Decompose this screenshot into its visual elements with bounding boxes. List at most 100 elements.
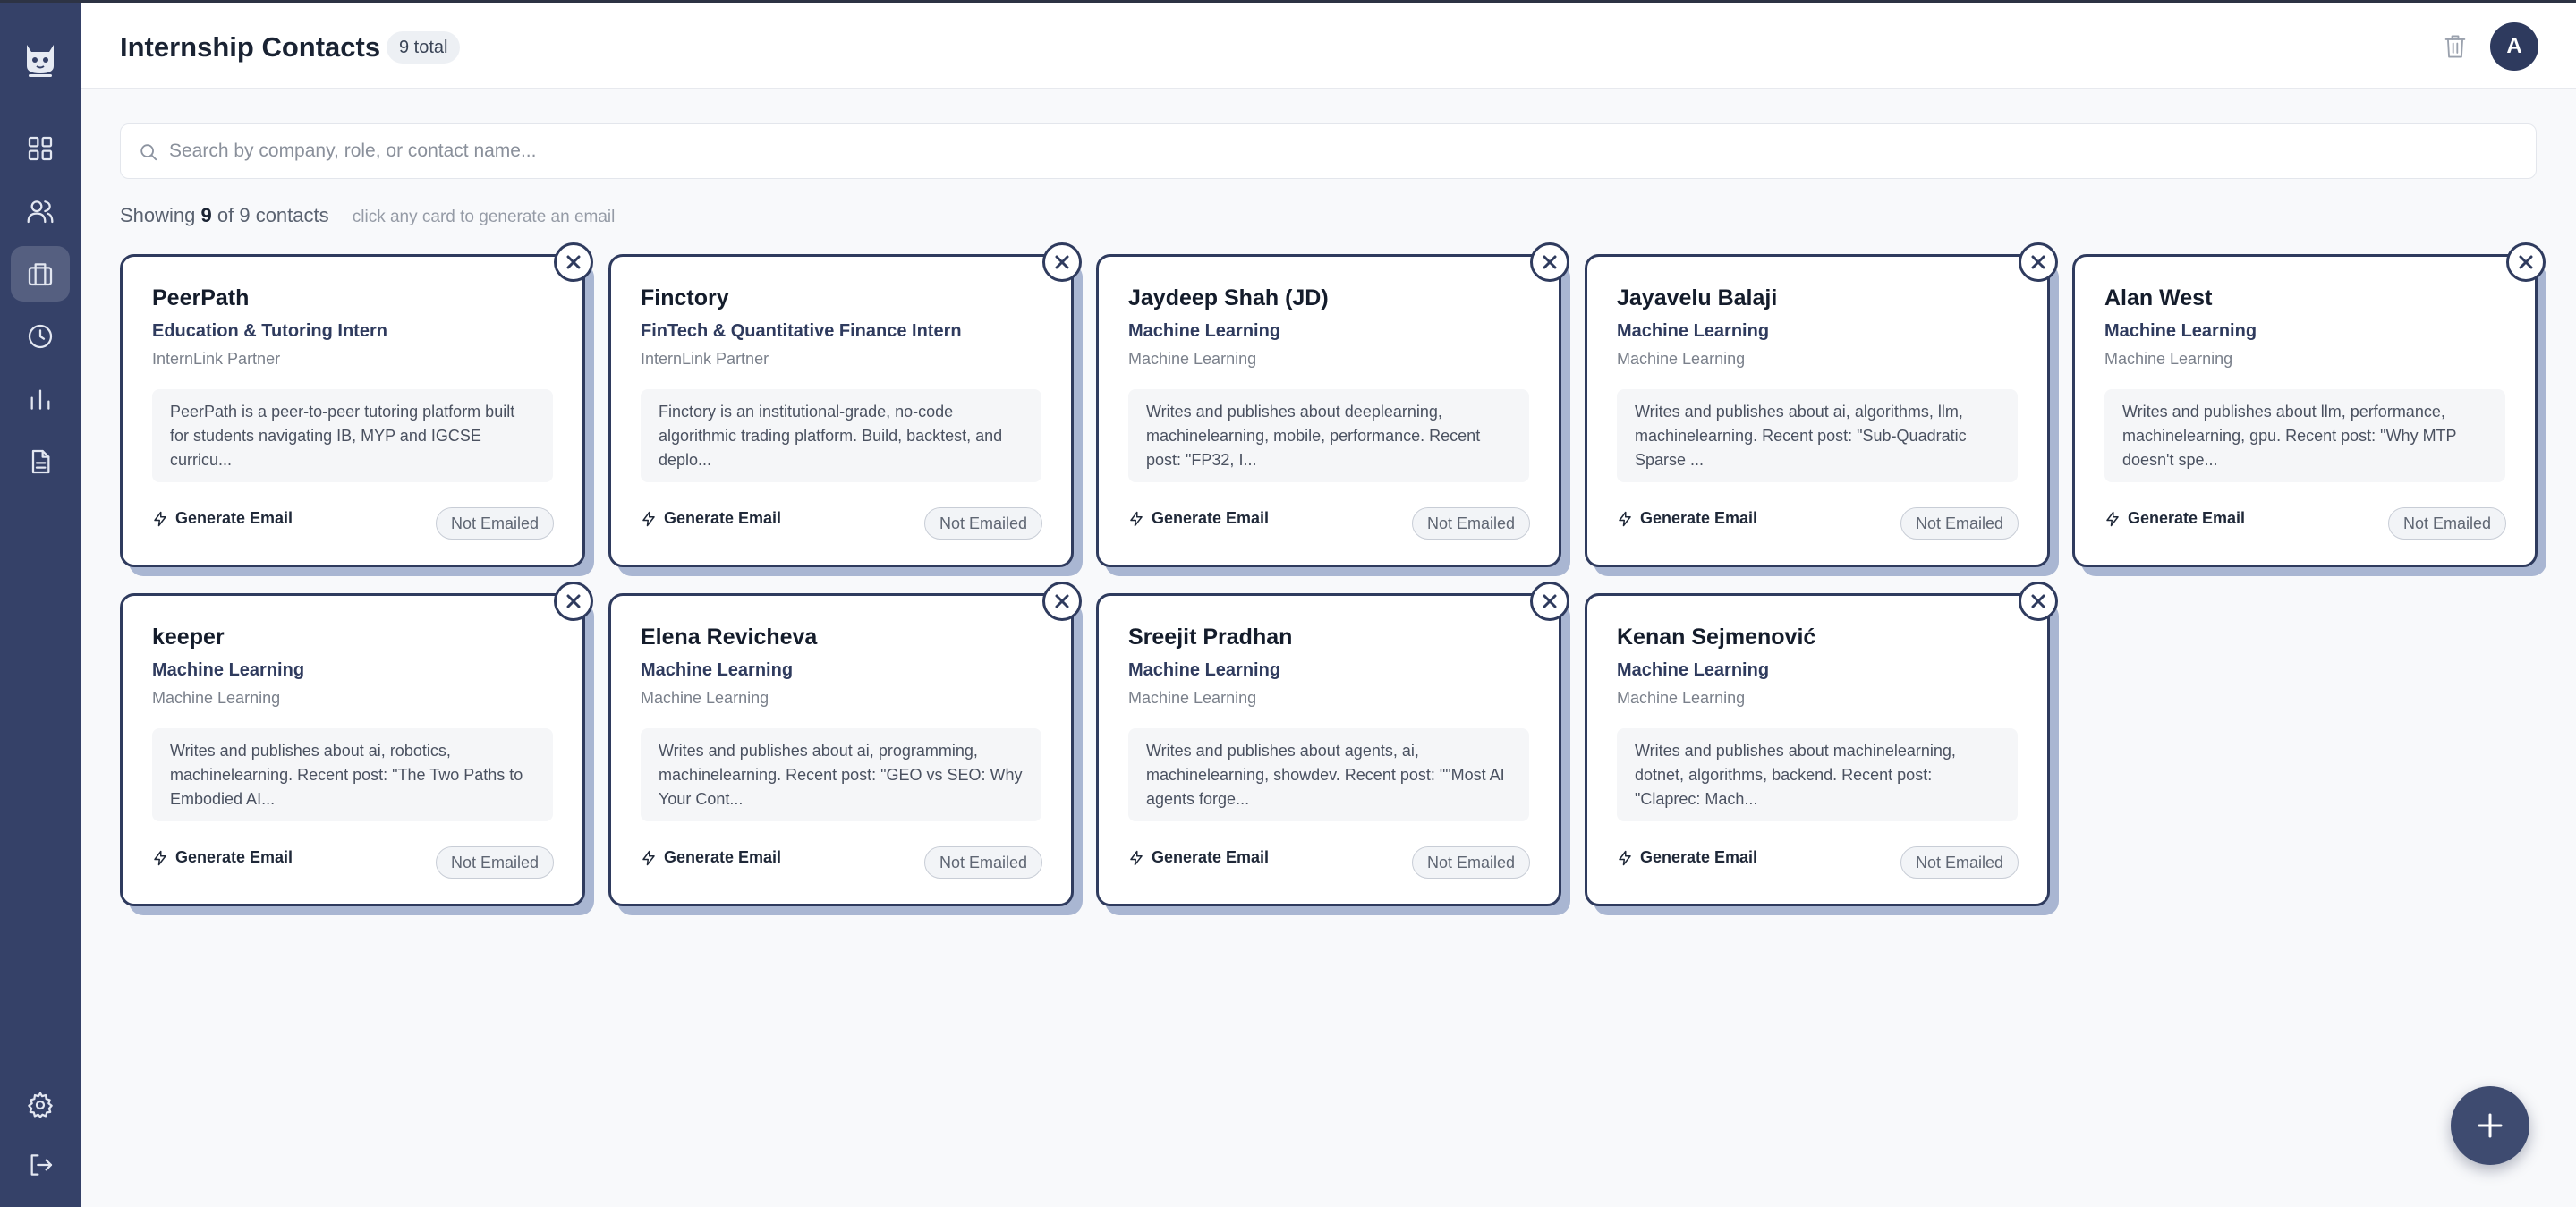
contact-name: PeerPath bbox=[152, 285, 250, 310]
contact-subtitle: InternLink Partner bbox=[641, 350, 769, 368]
status-badge: Not Emailed bbox=[1900, 507, 2019, 540]
generate-email-button[interactable]: Generate Email bbox=[1128, 848, 1269, 867]
remove-card-button[interactable] bbox=[1530, 242, 1569, 282]
contact-subtitle: Machine Learning bbox=[641, 689, 769, 707]
lightning-icon bbox=[154, 511, 166, 526]
briefcase-icon bbox=[28, 263, 53, 286]
top-border bbox=[0, 0, 2576, 3]
contact-subtitle: Machine Learning bbox=[1617, 350, 1746, 368]
contact-name: Alan West bbox=[2104, 285, 2213, 310]
lightning-icon bbox=[642, 850, 655, 865]
close-icon bbox=[566, 594, 581, 608]
page-header: Internship Contacts 9 total A bbox=[81, 3, 2576, 89]
status-badge: Not Emailed bbox=[1411, 507, 1530, 540]
lightning-icon bbox=[1130, 850, 1143, 865]
generate-email-button[interactable]: Generate Email bbox=[1617, 848, 1757, 867]
generate-email-button[interactable]: Generate Email bbox=[152, 509, 293, 528]
contact-role: Machine Learning bbox=[2104, 321, 2257, 341]
remove-card-button[interactable] bbox=[554, 242, 593, 282]
search-icon bbox=[140, 144, 157, 161]
remove-card-button[interactable] bbox=[2506, 242, 2546, 282]
users-icon bbox=[27, 200, 54, 224]
sidebar-item-people[interactable] bbox=[11, 183, 70, 239]
contact-name: Jayavelu Balaji bbox=[1617, 285, 1778, 310]
contact-role: FinTech & Quantitative Finance Intern bbox=[641, 321, 962, 341]
lightning-icon bbox=[1619, 850, 1631, 865]
contact-card[interactable]: Finctory FinTech & Quantitative Finance … bbox=[608, 242, 1082, 567]
results-hint: click any card to generate an email bbox=[352, 208, 616, 226]
contact-role: Machine Learning bbox=[641, 660, 794, 680]
contact-description: Writes and publishes about ai, algorithm… bbox=[1617, 389, 2018, 482]
results-summary: Showing 9 of 9 contacts click any card t… bbox=[120, 204, 616, 226]
contact-description: Writes and publishes about agents, ai, m… bbox=[1128, 728, 1529, 821]
generate-email-button[interactable]: Generate Email bbox=[1128, 509, 1269, 528]
lightning-icon bbox=[1619, 511, 1631, 526]
contact-card[interactable]: PeerPath Education & Tutoring Intern Int… bbox=[120, 242, 593, 567]
generate-email-button[interactable]: Generate Email bbox=[641, 848, 781, 867]
contact-card[interactable]: Alan West Machine Learning Machine Learn… bbox=[2072, 242, 2546, 567]
contact-card[interactable]: keeper Machine Learning Machine Learning… bbox=[120, 582, 593, 906]
contact-subtitle: Machine Learning bbox=[152, 689, 281, 707]
remove-card-button[interactable] bbox=[1530, 582, 1569, 621]
remove-card-button[interactable] bbox=[554, 582, 593, 621]
contact-card[interactable]: Jayavelu Balaji Machine Learning Machine… bbox=[1585, 242, 2058, 567]
remove-card-button[interactable] bbox=[1042, 242, 1082, 282]
contact-role: Machine Learning bbox=[1128, 321, 1281, 341]
status-badge: Not Emailed bbox=[923, 507, 1042, 540]
trash-button[interactable] bbox=[2443, 33, 2468, 60]
generate-email-button[interactable]: Generate Email bbox=[152, 848, 293, 867]
contact-card[interactable]: Jaydeep Shah (JD) Machine Learning Machi… bbox=[1096, 242, 1569, 567]
close-icon bbox=[2031, 255, 2045, 269]
status-badge: Not Emailed bbox=[1900, 846, 2019, 879]
contact-name: Kenan Sejmenović bbox=[1617, 625, 1816, 650]
sidebar-item-dashboard[interactable] bbox=[11, 121, 70, 176]
generate-email-button[interactable]: Generate Email bbox=[2104, 509, 2245, 528]
contact-description: Finctory is an institutional-grade, no-c… bbox=[641, 389, 1041, 482]
contact-description: Writes and publishes about machinelearni… bbox=[1617, 728, 2018, 821]
generate-email-button[interactable]: Generate Email bbox=[641, 509, 781, 528]
cat-logo-icon[interactable] bbox=[18, 39, 63, 79]
remove-card-button[interactable] bbox=[1042, 582, 1082, 621]
contact-role: Education & Tutoring Intern bbox=[152, 321, 387, 341]
plus-icon bbox=[2478, 1113, 2503, 1138]
contact-description: Writes and publishes about llm, performa… bbox=[2104, 389, 2505, 482]
contact-description: Writes and publishes about deeplearning,… bbox=[1128, 389, 1529, 482]
contact-role: Machine Learning bbox=[1617, 660, 1770, 680]
settings-icon bbox=[28, 1092, 53, 1118]
close-icon bbox=[1055, 594, 1069, 608]
contact-card[interactable]: Sreejit Pradhan Machine Learning Machine… bbox=[1096, 582, 1569, 906]
avatar[interactable]: A bbox=[2490, 22, 2538, 71]
status-badge: Not Emailed bbox=[1411, 846, 1530, 879]
contact-subtitle: Machine Learning bbox=[1617, 689, 1746, 707]
add-contact-button[interactable] bbox=[2451, 1086, 2529, 1165]
contact-name: Sreejit Pradhan bbox=[1128, 625, 1293, 650]
close-icon bbox=[1055, 255, 1069, 269]
sidebar-item-analytics[interactable] bbox=[11, 371, 70, 427]
contact-description: Writes and publishes about ai, programmi… bbox=[641, 728, 1041, 821]
sidebar-item-logout[interactable] bbox=[11, 1137, 70, 1193]
search-bar bbox=[120, 123, 2537, 179]
contact-role: Machine Learning bbox=[152, 660, 305, 680]
sidebar-item-internships[interactable] bbox=[11, 246, 70, 302]
remove-card-button[interactable] bbox=[2019, 582, 2058, 621]
sidebar-item-history[interactable] bbox=[11, 309, 70, 364]
lightning-icon bbox=[1130, 511, 1143, 526]
contact-subtitle: Machine Learning bbox=[2104, 350, 2233, 368]
contact-role: Machine Learning bbox=[1617, 321, 1770, 341]
sidebar-item-documents[interactable] bbox=[11, 434, 70, 489]
remove-card-button[interactable] bbox=[2019, 242, 2058, 282]
contact-name: Finctory bbox=[641, 285, 729, 310]
sidebar-item-settings[interactable] bbox=[11, 1077, 70, 1133]
contact-card[interactable]: Elena Revicheva Machine Learning Machine… bbox=[608, 582, 1082, 906]
status-badge: Not Emailed bbox=[923, 846, 1042, 879]
trash-icon bbox=[2444, 35, 2466, 58]
contact-description: PeerPath is a peer-to-peer tutoring plat… bbox=[152, 389, 553, 482]
bar-chart-icon bbox=[30, 389, 50, 410]
count-badge: 9 total bbox=[387, 31, 461, 64]
search-input[interactable] bbox=[169, 124, 2513, 178]
contact-card[interactable]: Kenan Sejmenović Machine Learning Machin… bbox=[1585, 582, 2058, 906]
contact-subtitle: Machine Learning bbox=[1128, 350, 1257, 368]
status-badge: Not Emailed bbox=[2387, 507, 2506, 540]
status-badge: Not Emailed bbox=[435, 846, 554, 879]
generate-email-button[interactable]: Generate Email bbox=[1617, 509, 1757, 528]
